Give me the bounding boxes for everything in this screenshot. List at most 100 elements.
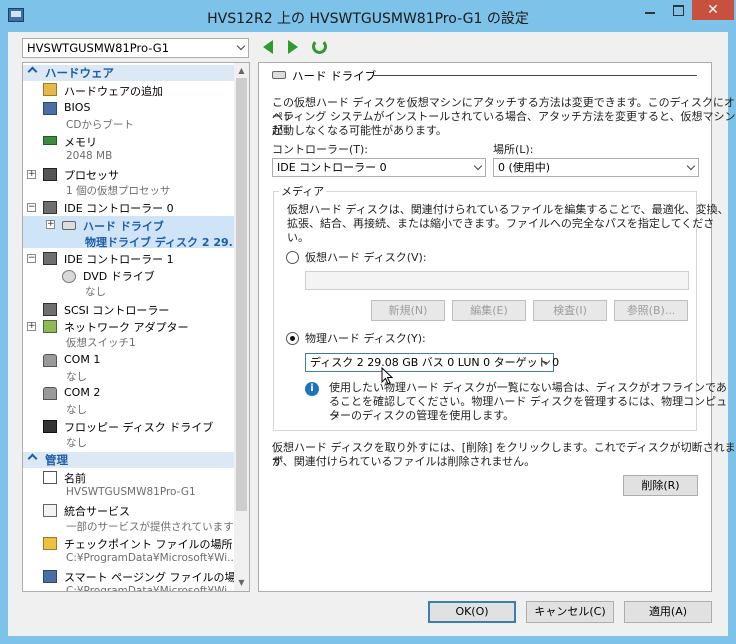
vm-selector[interactable]: HVSWTGUSMW81Pro-G1 <box>22 38 249 58</box>
tree-item-com2[interactable]: COM 2 <box>64 386 100 399</box>
chevron-down-icon <box>236 41 246 51</box>
tree-item-checkpoint-sub: C:¥ProgramData¥Microsoft¥Wi... <box>66 552 238 564</box>
physical-disk-select[interactable]: ディスク 2 29.08 GB バス 0 LUN 0 ターゲット 0 <box>305 353 559 372</box>
tree-item-integration[interactable]: 統合サービス <box>64 503 130 519</box>
tree-item-memory[interactable]: メモリ <box>64 134 97 150</box>
tree-item-network-sub: 仮想スイッチ1 <box>66 337 136 349</box>
tree-section-label: ハードウェア <box>45 66 114 80</box>
tree-item-com1-sub: なし <box>66 371 87 383</box>
expand-icon[interactable]: + <box>27 322 36 331</box>
tree-scrollbar-thumb[interactable] <box>236 78 247 511</box>
info-line: ターのディスクの管理を使用します。 <box>329 409 515 422</box>
section-title: ハード ドライブ <box>292 69 377 83</box>
refresh-icon[interactable] <box>312 39 327 54</box>
browse-button[interactable]: 参照(B)... <box>614 300 688 321</box>
forward-arrow-icon[interactable] <box>288 40 298 54</box>
bios-icon <box>43 102 57 115</box>
tree-item-integration-sub: 一部のサービスが提供されています <box>66 521 234 533</box>
processor-icon <box>43 168 57 181</box>
network-adapter-icon <box>43 320 57 333</box>
chevron-down-icon <box>473 161 483 171</box>
tree-item-hard-drive[interactable]: ハード ドライブ <box>83 218 164 234</box>
tree-item-network[interactable]: ネットワーク アダプター <box>64 319 189 335</box>
tree-section-management[interactable]: 管理 <box>23 452 234 468</box>
tree-item-ide0[interactable]: IDE コントローラー 0 <box>64 200 174 216</box>
tree-item-com1[interactable]: COM 1 <box>64 353 100 366</box>
tree-item-paging-sub: C:¥ProgramData¥Microsoft¥Wi... <box>66 585 238 591</box>
location-label: 場所(L): <box>493 143 534 156</box>
tree-item-hard-drive-sub: 物理ドライブ ディスク 2 29... <box>85 236 242 249</box>
smart-paging-icon <box>43 570 57 583</box>
tree-item-bios-sub: CDからブート <box>66 119 134 131</box>
tree-item-dvd[interactable]: DVD ドライブ <box>83 268 155 284</box>
hard-drive-icon <box>62 221 76 230</box>
new-button[interactable]: 新規(N) <box>371 300 445 321</box>
tree-item-memory-sub: 2048 MB <box>66 150 113 162</box>
collapse-chevron-icon[interactable] <box>27 66 38 77</box>
location-select-value: 0 (使用中) <box>498 161 551 174</box>
ide-controller-icon <box>43 201 57 214</box>
scroll-down-icon[interactable]: ▼ <box>237 578 246 587</box>
collapse-icon[interactable]: − <box>27 203 36 212</box>
controller-select-value: IDE コントローラー 0 <box>277 161 387 174</box>
edit-button[interactable]: 編集(E) <box>452 300 526 321</box>
collapse-icon[interactable]: − <box>27 254 36 263</box>
tree-item-add-hardware[interactable]: ハードウェアの追加 <box>64 83 163 99</box>
expand-icon[interactable]: + <box>27 170 36 179</box>
apply-button[interactable]: 適用(A) <box>624 601 712 623</box>
ok-button[interactable]: OK(O) <box>428 601 516 623</box>
physical-disk-radio[interactable] <box>286 332 299 345</box>
vhd-radio[interactable] <box>286 251 299 264</box>
media-desc-line: 仮想ハード ディスクは、関連付けられているファイルを編集することで、最適化、変換… <box>287 203 729 216</box>
hard-drive-icon <box>272 71 286 79</box>
cancel-button[interactable]: キャンセル(C) <box>526 601 614 623</box>
intro-line: 起動しなくなる可能性があります。 <box>272 124 447 137</box>
maximize-button[interactable] <box>665 0 691 20</box>
memory-icon <box>43 136 57 145</box>
tree-item-checkpoint[interactable]: チェックポイント ファイルの場所 <box>64 536 233 552</box>
tree-item-bios[interactable]: BIOS <box>64 101 90 114</box>
window-title: HVS12R2 上の HVSWTGUSMW81Pro-G1 の設定 <box>207 11 529 27</box>
back-arrow-icon[interactable] <box>263 40 273 54</box>
remove-info-line: が、関連付けられているファイルは削除されません。 <box>272 455 536 468</box>
remove-button[interactable]: 削除(R) <box>623 475 698 496</box>
tree-item-scsi[interactable]: SCSI コントローラー <box>64 302 169 318</box>
physical-disk-radio-label[interactable]: 物理ハード ディスク(Y): <box>305 332 426 346</box>
tree-item-ide1[interactable]: IDE コントローラー 1 <box>64 251 174 267</box>
expand-icon[interactable]: + <box>46 220 55 229</box>
controller-label: コントローラー(T): <box>272 143 369 156</box>
chevron-down-icon <box>686 161 696 171</box>
mouse-cursor-icon <box>381 367 393 385</box>
window-frame-left <box>0 32 8 636</box>
location-select[interactable]: 0 (使用中) <box>493 158 699 177</box>
section-divider <box>372 75 697 76</box>
tree-item-processor-sub: 1 個の仮想プロセッサ <box>66 185 171 197</box>
collapse-chevron-icon[interactable] <box>27 453 38 464</box>
dvd-drive-icon <box>62 270 76 283</box>
scsi-controller-icon <box>43 303 57 316</box>
tree-item-paging[interactable]: スマート ページング ファイルの場所 <box>64 569 246 585</box>
tree-item-com2-sub: なし <box>66 404 87 416</box>
vhd-path-input[interactable] <box>305 271 689 290</box>
com-port-icon <box>43 387 57 400</box>
integration-services-icon <box>43 504 57 517</box>
tree-item-name[interactable]: 名前 <box>64 470 86 486</box>
controller-select[interactable]: IDE コントローラー 0 <box>272 158 486 177</box>
com-port-icon <box>43 354 57 367</box>
scroll-up-icon[interactable]: ▲ <box>237 66 246 75</box>
floppy-drive-icon <box>43 420 57 433</box>
info-icon: i <box>305 382 319 396</box>
close-button[interactable]: ✕ <box>692 0 734 20</box>
add-hardware-icon <box>43 83 57 96</box>
tree-section-hardware[interactable]: ハードウェア <box>23 65 234 81</box>
minimize-button[interactable] <box>636 0 664 20</box>
physical-disk-select-value: ディスク 2 29.08 GB バス 0 LUN 0 ターゲット 0 <box>310 356 560 369</box>
window-frame-bottom <box>0 636 736 644</box>
media-desc-line: 拡張、結合、再接続、または縮小できます。ファイルへの完全なパスを指定してくださ <box>287 217 715 230</box>
inspect-button[interactable]: 検査(I) <box>533 300 607 321</box>
media-desc-line: い。 <box>287 231 309 244</box>
tree-item-name-sub: HVSWTGUSMW81Pro-G1 <box>66 486 196 498</box>
tree-item-processor[interactable]: プロセッサ <box>64 167 119 183</box>
tree-item-floppy[interactable]: フロッピー ディスク ドライブ <box>64 419 213 435</box>
vhd-radio-label[interactable]: 仮想ハード ディスク(V): <box>305 251 427 265</box>
